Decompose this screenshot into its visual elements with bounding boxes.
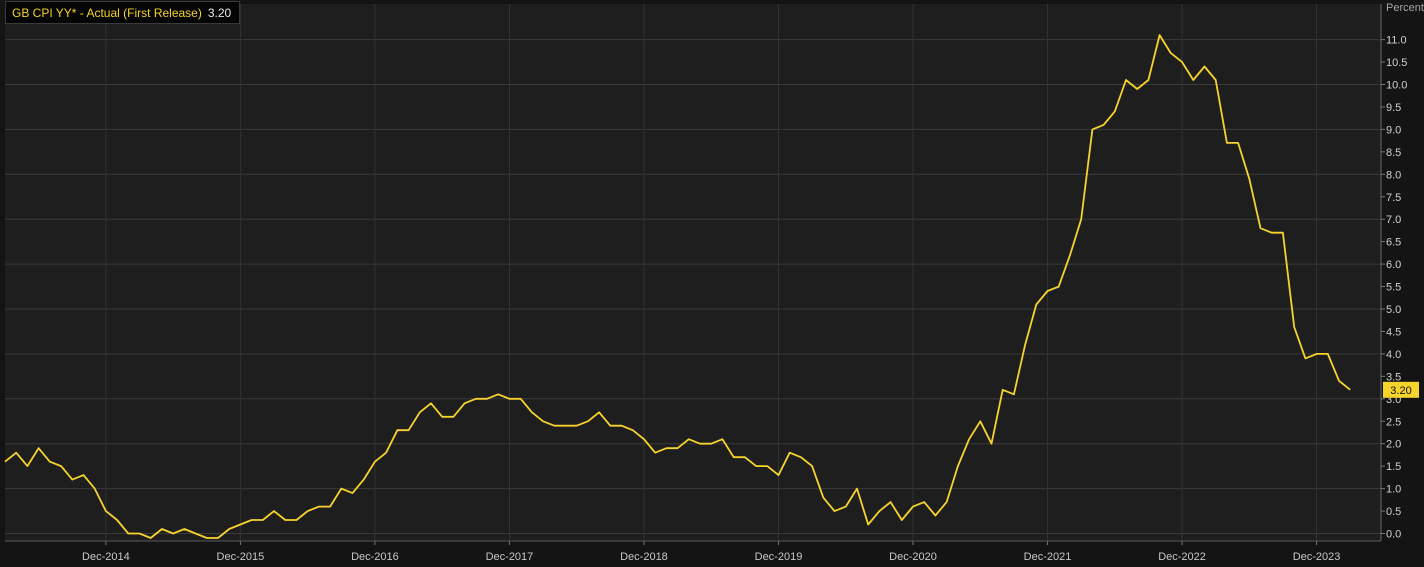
y-tick-label: 6.5 xyxy=(1386,237,1401,249)
y-tick-label: 3.5 xyxy=(1386,371,1401,383)
y-tick-label: 10.0 xyxy=(1386,80,1407,92)
x-tick-label: Dec-2014 xyxy=(82,551,130,563)
x-tick-label: Dec-2020 xyxy=(889,551,937,563)
y-tick-label: 0.5 xyxy=(1386,506,1401,518)
x-tick-label: Dec-2023 xyxy=(1293,551,1341,563)
y-tick-label: 9.5 xyxy=(1386,102,1401,114)
last-value-label: 3.20 xyxy=(1390,385,1411,397)
x-tick-label: Dec-2016 xyxy=(351,551,399,563)
y-tick-label: 4.5 xyxy=(1386,326,1401,338)
x-tick-label: Dec-2018 xyxy=(620,551,668,563)
grid xyxy=(5,4,1381,541)
y-tick-label: 0.0 xyxy=(1386,529,1401,541)
y-tick-label: 8.5 xyxy=(1386,147,1401,159)
y-tick-label: 11.0 xyxy=(1386,35,1407,47)
y-tick-label: 2.0 xyxy=(1386,439,1401,451)
chart-svg: Dec-2014 Dec-2015 Dec-2016 Dec-2017 Dec-2018… xyxy=(4,2,1424,563)
y-tick-label: 9.0 xyxy=(1386,124,1401,136)
y-tick-label: 7.0 xyxy=(1386,214,1401,226)
legend: GB CPI YY* - Actual (First Release) 3.20 xyxy=(5,1,241,24)
y-tick-label: 8.0 xyxy=(1386,169,1401,181)
legend-series-name: GB CPI YY* - Actual (First Release) xyxy=(12,5,202,20)
y-tick-label: 5.0 xyxy=(1386,304,1401,316)
x-tick-label: Dec-2015 xyxy=(217,551,265,563)
y-tick-label: 2.5 xyxy=(1386,416,1401,428)
y-axis-unit-label: Percent xyxy=(1386,2,1424,14)
x-tick-label: Dec-2017 xyxy=(486,551,534,563)
y-tick-label: 6.0 xyxy=(1386,259,1401,271)
x-tick-label: Dec-2019 xyxy=(755,551,803,563)
y-tick-label: 7.5 xyxy=(1386,192,1401,204)
y-tick-label: 5.5 xyxy=(1386,282,1401,294)
y-tick-label: 1.0 xyxy=(1386,484,1401,496)
y-tick-label: 10.5 xyxy=(1386,57,1407,69)
legend-series-value: 3.20 xyxy=(207,5,232,20)
x-tick-label: Dec-2021 xyxy=(1024,551,1072,563)
x-tick-label: Dec-2022 xyxy=(1158,551,1206,563)
chart: Dec-2014 Dec-2015 Dec-2016 Dec-2017 Dec-2018… xyxy=(0,0,1424,567)
y-tick-label: 4.0 xyxy=(1386,349,1401,361)
y-tick-label: 1.5 xyxy=(1386,461,1401,473)
